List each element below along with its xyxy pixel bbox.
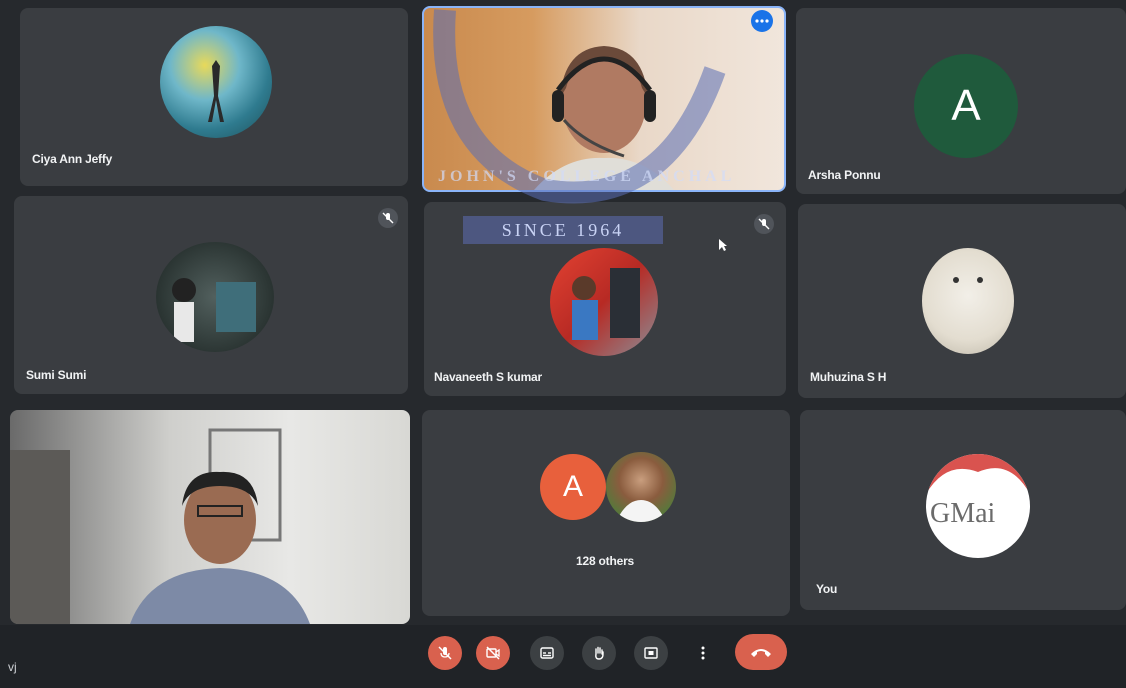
camera-off-button[interactable] [476, 636, 510, 670]
present-screen-button[interactable] [634, 636, 668, 670]
participant-tile-others[interactable]: A 128 others [422, 410, 790, 616]
more-options-icon [701, 646, 705, 660]
avatar [550, 248, 658, 356]
participant-name: Navaneeth S kumar [434, 370, 542, 384]
others-count: 128 others [576, 554, 635, 568]
presenter-video [524, 28, 684, 190]
participant-tile-ciya[interactable]: Ciya Ann Jeffy [20, 8, 408, 186]
present-screen-icon [644, 647, 658, 659]
participant-name: Sumi Sumi [26, 368, 87, 382]
participant-name: Arsha Ponnu [808, 168, 881, 182]
avatar: A [540, 454, 606, 520]
avatar [922, 248, 1014, 354]
avatar [606, 452, 676, 522]
participant-tile-camera[interactable] [10, 410, 410, 624]
avatar [156, 242, 274, 352]
captions-icon [540, 647, 554, 659]
mic-off-button[interactable] [428, 636, 462, 670]
avatar: A [914, 54, 1018, 158]
mic-off-icon [378, 208, 398, 228]
captions-button[interactable] [530, 636, 564, 670]
raise-hand-button[interactable] [582, 636, 616, 670]
participant-name: Ciya Ann Jeffy [32, 152, 113, 166]
mouse-cursor-icon [719, 239, 727, 251]
participant-name: Muhuzina S H [810, 370, 887, 384]
watermark-text: SINCE 1964 [463, 216, 663, 244]
more-icon[interactable] [751, 10, 773, 32]
watermark-ring-text: JOHN'S COLLEGE ANCHAL [438, 168, 736, 185]
participant-video [10, 410, 410, 624]
participant-tile-presenter[interactable] [422, 6, 786, 192]
avatar [160, 26, 272, 138]
meeting-screen: Ciya Ann Jeffy A Arsha Ponnu Sumi Sumi N… [0, 0, 1126, 688]
camera-off-icon [486, 646, 500, 660]
participant-tile-sumi[interactable]: Sumi Sumi [14, 196, 408, 394]
avatar: GMai [926, 454, 1030, 558]
participant-name: You [816, 582, 838, 596]
footer-label: vj [8, 660, 17, 674]
participant-tile-you[interactable]: GMai You [800, 410, 1126, 610]
avatar-text: GMai [930, 498, 996, 529]
raise-hand-icon [595, 646, 604, 660]
mic-off-icon [438, 646, 452, 660]
mic-off-icon [754, 214, 774, 234]
end-call-icon [751, 649, 771, 657]
more-options-button[interactable] [686, 636, 720, 670]
participant-tile-arsha[interactable]: A Arsha Ponnu [796, 8, 1126, 194]
participant-tile-muhuzina[interactable]: Muhuzina S H [798, 204, 1126, 398]
end-call-button[interactable] [735, 634, 787, 670]
